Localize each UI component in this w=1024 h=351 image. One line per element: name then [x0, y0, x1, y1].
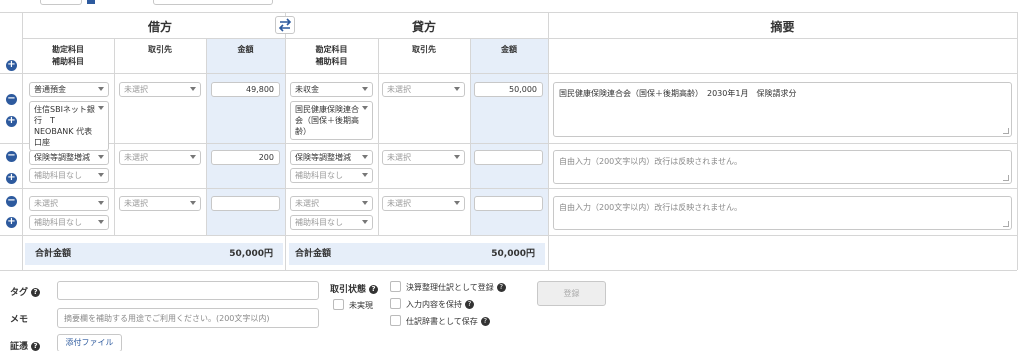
keep-input-help-icon[interactable]: ? [465, 300, 474, 309]
unrealized-label: 未実現 [349, 301, 373, 310]
dictionary-help-icon[interactable]: ? [480, 317, 490, 326]
debit-partner-col-header: 取引先 [148, 45, 172, 54]
row1-debit-amount-input[interactable]: 49,800 [211, 82, 280, 97]
row1-debit-partner-select[interactable]: 未選択 [119, 82, 201, 97]
row3-credit-account-select[interactable]: 未選択 [290, 196, 373, 211]
row2-memo-textarea[interactable]: 自由入力（200文字以内）改行は反映されません。 [553, 150, 1012, 184]
credit-total-box: 合計金額 50,000円 [289, 243, 545, 265]
credit-account-col-header: 勘定科目 補助科目 [315, 45, 348, 66]
credit-total-label: 合計金額 [295, 249, 332, 259]
row1-credit-partner-select[interactable]: 未選択 [382, 82, 465, 97]
add-row-3-icon[interactable]: + [6, 217, 17, 228]
row3-memo-textarea[interactable]: 自由入力（200文字以内）改行は反映されません。 [553, 196, 1012, 230]
tag-help-icon[interactable]: ? [31, 288, 41, 297]
evidence-help-icon[interactable]: ? [31, 342, 41, 351]
evidence-label: 証憑? [10, 339, 41, 351]
credit-amount-col-header: 金額 [501, 45, 517, 54]
keep-input-checkbox[interactable] [390, 298, 401, 309]
remove-row-2-icon[interactable]: − [6, 151, 17, 162]
add-row-2-icon[interactable]: + [6, 173, 17, 184]
status-label: 取引状態? [330, 282, 379, 295]
row3-debit-account-select[interactable]: 未選択 [29, 196, 109, 211]
row2-debit-account-select[interactable]: 保険等調整増減 [29, 150, 109, 165]
keep-input-label: 入力内容を保持? [406, 299, 474, 310]
debit-account-col-header: 勘定科目 補助科目 [52, 45, 84, 66]
row2-debit-amount-input[interactable]: 200 [211, 150, 280, 165]
row3-credit-amount-input[interactable] [474, 196, 543, 211]
attach-file-button[interactable]: 添付ファイル [57, 334, 122, 351]
debit-header: 借方 [147, 20, 172, 34]
swap-icon [278, 18, 292, 32]
row1-credit-sub-select[interactable]: 国民健康保険連合会（国保＋後期高齢） [290, 101, 373, 140]
row2-debit-sub-select[interactable]: 補助科目なし [29, 168, 109, 183]
debit-amount-col-header: 金額 [237, 45, 254, 54]
debit-total-box: 合計金額 50,000円 [25, 243, 283, 265]
swap-button[interactable] [275, 16, 295, 34]
settlement-label: 決算整理仕訳として登録? [406, 282, 506, 293]
credit-total-value: 50,000円 [491, 249, 535, 259]
top-partial-input-right[interactable] [153, 0, 273, 5]
row2-credit-sub-select[interactable]: 補助科目なし [290, 168, 373, 183]
status-help-icon[interactable]: ? [369, 285, 379, 294]
top-partial-icon [87, 0, 95, 4]
settlement-help-icon[interactable]: ? [496, 283, 506, 292]
settlement-checkbox[interactable] [390, 281, 401, 292]
row3-credit-sub-select[interactable]: 補助科目なし [290, 215, 373, 230]
row2-credit-partner-select[interactable]: 未選択 [382, 150, 465, 165]
add-row-top-icon[interactable]: + [6, 60, 17, 71]
row2-debit-partner-select[interactable]: 未選択 [119, 150, 201, 165]
tag-label: タグ? [10, 285, 41, 298]
row1-memo-textarea[interactable]: 国民健康保険連合会（国保＋後期高齢） 2030年1月 保険請求分 [553, 82, 1012, 137]
row1-credit-amount-input[interactable]: 50,000 [474, 82, 543, 97]
row1-credit-account-select[interactable]: 未収金 [290, 82, 373, 97]
row3-debit-partner-select[interactable]: 未選択 [119, 196, 201, 211]
row3-debit-amount-input[interactable] [211, 196, 280, 211]
row3-credit-partner-select[interactable]: 未選択 [382, 196, 465, 211]
memo-label: メモ [10, 315, 29, 325]
credit-header: 貸方 [411, 20, 436, 34]
row1-debit-account-select[interactable]: 普通預金 [29, 82, 109, 97]
dictionary-label: 仕訳辞書として保存? [406, 316, 490, 327]
add-row-1-icon[interactable]: + [6, 116, 17, 127]
dictionary-checkbox[interactable] [390, 315, 401, 326]
credit-partner-col-header: 取引先 [412, 45, 436, 54]
row2-credit-amount-input[interactable] [474, 150, 543, 165]
row2-credit-account-select[interactable]: 保険等調整増減 [290, 150, 373, 165]
remove-row-1-icon[interactable]: − [6, 94, 17, 105]
register-button[interactable]: 登録 [537, 281, 606, 306]
debit-total-label: 合計金額 [35, 249, 72, 259]
memo-header: 摘要 [770, 20, 795, 34]
row1-debit-sub-select[interactable]: 住信SBIネット銀行 T NEOBANK 代表口座 [29, 101, 109, 151]
unrealized-checkbox[interactable] [333, 299, 344, 310]
row3-debit-sub-select[interactable]: 補助科目なし [29, 215, 109, 230]
debit-total-value: 50,000円 [229, 249, 273, 259]
remove-row-3-icon[interactable]: − [6, 196, 17, 207]
top-partial-input-left[interactable] [40, 0, 82, 5]
memo-input[interactable]: 摘要欄を補助する用途でご利用ください。(200文字以内) [57, 308, 319, 328]
tag-input[interactable] [57, 281, 319, 300]
